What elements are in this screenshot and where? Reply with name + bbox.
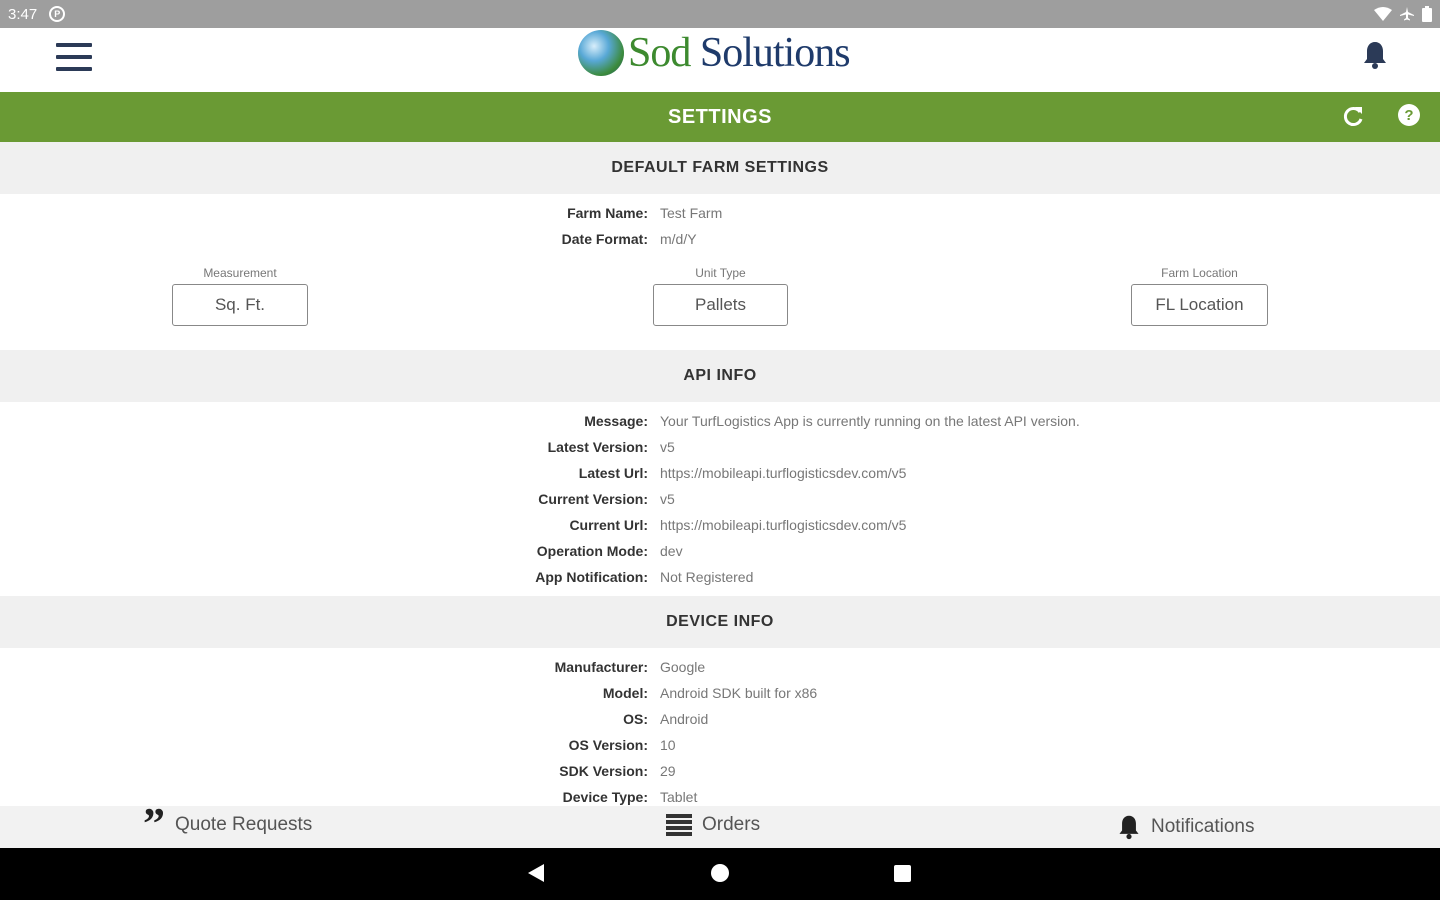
globe-icon: [578, 30, 624, 76]
device-row: Model: Android SDK built for x86: [0, 680, 1440, 706]
field-label: OS Version:: [568, 737, 648, 753]
sod-solutions-logo: Sod Solutions: [578, 28, 851, 78]
status-bar: 3:47 P: [0, 0, 1440, 28]
field-value: v5: [660, 491, 675, 507]
field-label: App Notification:: [535, 569, 648, 585]
field-value: Tablet: [660, 789, 698, 805]
nav-orders[interactable]: Orders: [666, 814, 760, 836]
field-label: SDK Version:: [559, 763, 648, 779]
notification-badge-icon: P: [49, 6, 66, 22]
field-value: v5: [660, 439, 675, 455]
field-value: Not Registered: [660, 569, 754, 585]
wifi-icon: [1374, 7, 1392, 21]
orders-list-icon: [666, 814, 692, 836]
nav-label: Notifications: [1151, 816, 1255, 837]
field-label: Current Version:: [538, 491, 648, 507]
system-navigation-bar: [0, 848, 1440, 900]
nav-label: Orders: [702, 814, 761, 835]
section-header-farm-settings: DEFAULT FARM SETTINGS: [0, 142, 1440, 194]
status-time: 3:47: [8, 5, 38, 23]
page-title: SETTINGS: [667, 105, 772, 128]
measurement-label: Measurement: [203, 266, 277, 280]
field-label: Message:: [584, 413, 648, 429]
bottom-navigation: ” Quote Requests Orders Notifications: [0, 799, 1440, 848]
farm-location-label: Farm Location: [1161, 266, 1238, 280]
unit-type-selector: Unit Type Pallets: [653, 266, 788, 326]
recent-apps-icon[interactable]: [894, 865, 911, 882]
farm-location-button[interactable]: FL Location: [1131, 284, 1268, 326]
field-label: Latest Url:: [578, 465, 648, 481]
airplane-icon: [1400, 7, 1414, 21]
field-label: Manufacturer:: [554, 659, 648, 675]
field-label: OS:: [623, 711, 648, 727]
quote-icon: ”: [143, 799, 165, 848]
status-icons: [1374, 6, 1432, 22]
api-row: Current Version: v5: [0, 486, 1440, 512]
device-row: OS Version: 10: [0, 732, 1440, 758]
nav-notifications[interactable]: Notifications: [1117, 814, 1255, 840]
field-value: 10: [660, 737, 676, 753]
device-row: OS: Android: [0, 706, 1440, 732]
api-row: Message: Your TurfLogistics App is curren…: [0, 408, 1440, 434]
api-row: App Notification: Not Registered: [0, 564, 1440, 590]
farm-selectors: Measurement Sq. Ft. Unit Type Pallets Fa…: [0, 258, 1440, 350]
home-icon[interactable]: [711, 864, 729, 882]
field-value: Android: [660, 711, 709, 727]
device-row: SDK Version: 29: [0, 758, 1440, 784]
unit-type-label: Unit Type: [695, 266, 746, 280]
nav-quote-requests[interactable]: ” Quote Requests: [143, 799, 313, 848]
field-value: Android SDK built for x86: [660, 685, 818, 701]
field-label: Model:: [602, 685, 648, 701]
section-header-api-info: API INFO: [0, 350, 1440, 402]
api-row: Operation Mode: dev: [0, 538, 1440, 564]
device-info-list: Manufacturer: Google Model: Android SDK bu…: [0, 648, 1440, 816]
settings-title-bar: SETTINGS ?: [0, 92, 1440, 142]
field-value: 29: [660, 763, 676, 779]
date-format-row: Date Format: m/d/Y: [0, 226, 1440, 252]
section-header-device-info: DEVICE INFO: [0, 596, 1440, 648]
device-row: Manufacturer: Google: [0, 654, 1440, 680]
field-value: Your TurfLogistics App is currently runn…: [660, 413, 1080, 429]
settings-content: DEFAULT FARM SETTINGS Farm Name: Test Fa…: [0, 142, 1440, 806]
battery-icon: [1422, 6, 1432, 22]
field-value: Test Farm: [660, 205, 723, 221]
field-label: Operation Mode:: [536, 543, 648, 559]
api-row: Current Url: https://mobileapi.turflogist…: [0, 512, 1440, 538]
field-label: Date Format:: [561, 231, 648, 247]
field-label: Device Type:: [562, 789, 648, 805]
api-row: Latest Version: v5: [0, 434, 1440, 460]
field-value: dev: [660, 543, 683, 559]
help-icon[interactable]: ?: [1398, 104, 1420, 126]
field-label: Latest Version:: [547, 439, 648, 455]
farm-settings-list: Farm Name: Test Farm Date Format: m/d/Y: [0, 194, 1440, 258]
bell-icon[interactable]: [1362, 40, 1388, 70]
bell-icon: [1119, 815, 1139, 840]
nav-label: Quote Requests: [175, 814, 313, 835]
unit-type-button[interactable]: Pallets: [653, 284, 788, 326]
back-icon[interactable]: [528, 864, 544, 882]
field-value: https://mobileapi.turflogisticsdev.com/v…: [660, 465, 907, 481]
farm-name-row: Farm Name: Test Farm: [0, 200, 1440, 226]
field-value: https://mobileapi.turflogisticsdev.com/v…: [660, 517, 907, 533]
app-bar: Sod Solutions: [0, 28, 1440, 92]
measurement-selector: Measurement Sq. Ft.: [172, 266, 308, 326]
field-value: m/d/Y: [660, 231, 697, 247]
field-value: Google: [660, 659, 706, 675]
refresh-icon[interactable]: [1340, 104, 1366, 130]
field-label: Farm Name:: [567, 205, 648, 221]
field-label: Current Url:: [569, 517, 648, 533]
api-row: Latest Url: https://mobileapi.turflogisti…: [0, 460, 1440, 486]
api-info-list: Message: Your TurfLogistics App is curren…: [0, 402, 1440, 596]
measurement-button[interactable]: Sq. Ft.: [172, 284, 308, 326]
hamburger-menu-icon[interactable]: [56, 41, 92, 73]
farm-location-selector: Farm Location FL Location: [1131, 266, 1268, 326]
logo-text: Sod Solutions: [628, 30, 851, 76]
